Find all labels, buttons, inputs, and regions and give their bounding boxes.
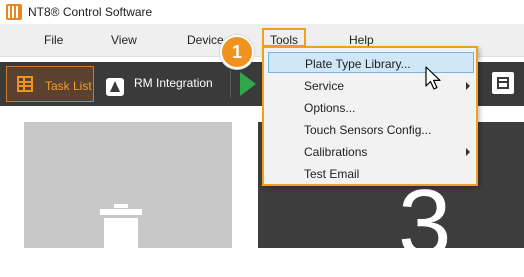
menu-item-label: Test Email <box>304 167 360 181</box>
app-logo-icon <box>6 4 22 20</box>
window-layout-icon[interactable] <box>492 72 514 94</box>
submenu-arrow-icon <box>466 82 470 90</box>
menu-file[interactable]: File <box>44 33 63 47</box>
title-bar: NT8® Control Software <box>0 0 524 24</box>
menu-item-test-email[interactable]: Test Email <box>268 163 474 184</box>
grid-icon <box>17 76 33 92</box>
toolbar-separator <box>230 70 231 98</box>
menu-item-options[interactable]: Options... <box>268 97 474 118</box>
menu-item-label: Plate Type Library... <box>305 57 411 71</box>
submenu-arrow-icon <box>466 148 470 156</box>
tools-highlight-frame <box>262 28 306 47</box>
rm-integration-button[interactable]: RM Integration <box>134 76 213 90</box>
trash-icon[interactable] <box>98 204 144 248</box>
menu-device[interactable]: Device <box>187 33 224 47</box>
menu-item-calibrations[interactable]: Calibrations <box>268 141 474 162</box>
menu-item-label: Options... <box>304 101 356 115</box>
right-panel-number: 3 <box>398 170 452 277</box>
menu-item-touch-sensors-config[interactable]: Touch Sensors Config... <box>268 119 474 140</box>
menu-item-label: Service <box>304 79 345 93</box>
task-list-label: Task List <box>45 79 92 93</box>
mouse-cursor-icon <box>425 66 441 90</box>
menu-item-label: Calibrations <box>304 145 368 159</box>
run-play-icon[interactable] <box>240 72 256 96</box>
task-list-button[interactable]: Task List <box>6 66 94 102</box>
menu-item-label: Touch Sensors Config... <box>304 123 432 137</box>
rm-integration-icon[interactable] <box>106 78 124 96</box>
menu-help[interactable]: Help <box>349 33 374 47</box>
menu-view[interactable]: View <box>111 33 137 47</box>
window-title: NT8® Control Software <box>28 5 153 19</box>
step-callout-badge: 1 <box>220 35 254 69</box>
tools-dropdown-menu: Plate Type Library... Service Options...… <box>262 46 478 186</box>
